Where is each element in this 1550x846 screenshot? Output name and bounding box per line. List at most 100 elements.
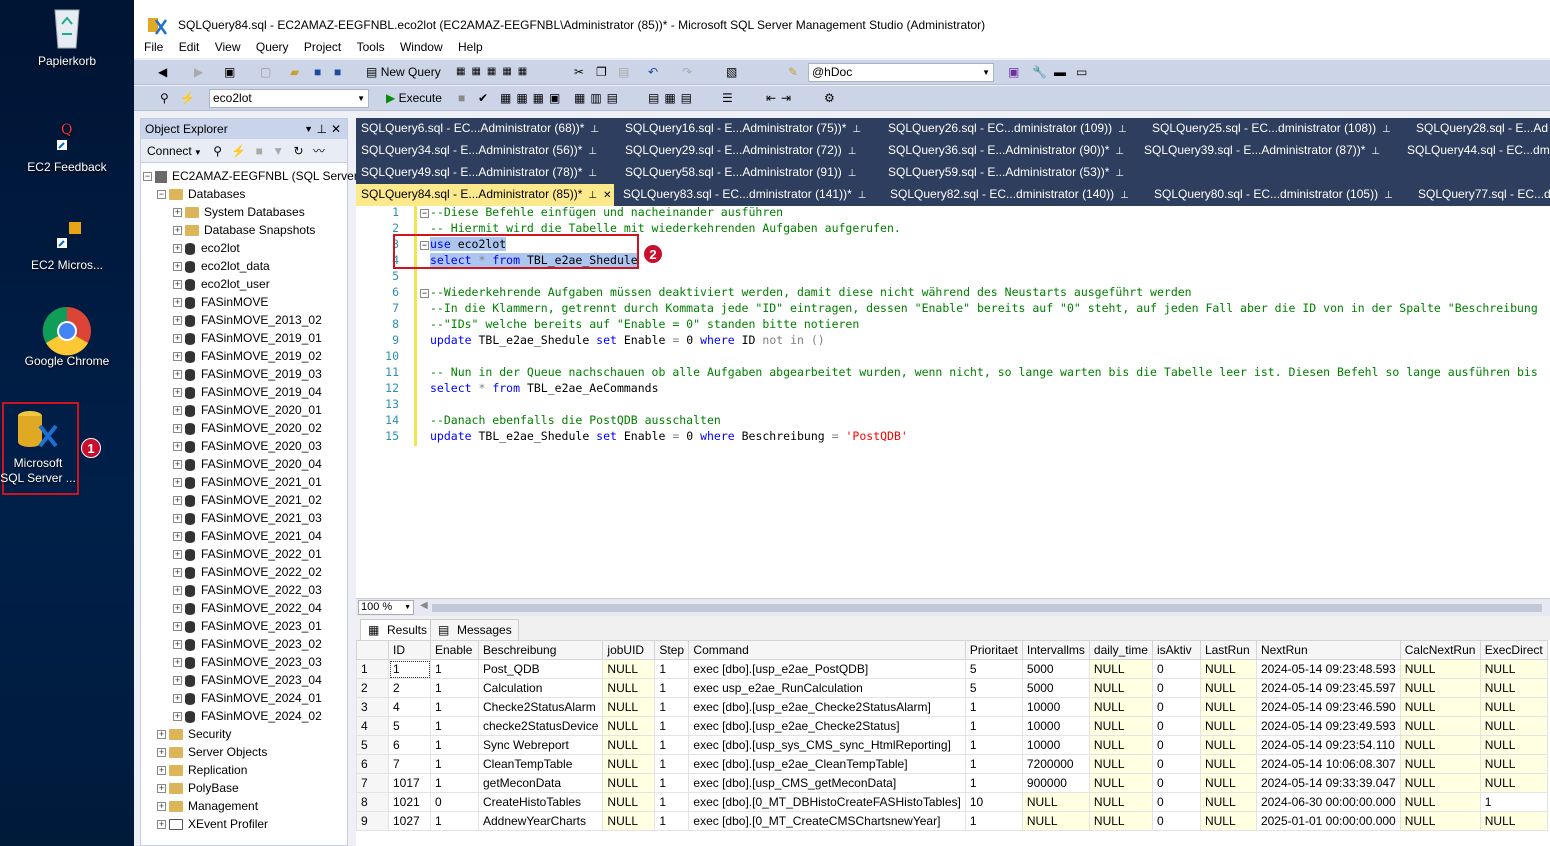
server-folder-node[interactable]: + Management <box>141 797 347 815</box>
connect-icon[interactable]: ⚲ <box>213 144 222 158</box>
toolbox-icon[interactable]: ▬ <box>1054 63 1066 81</box>
table-cell[interactable]: NULL <box>602 659 656 679</box>
table-cell[interactable]: 2025-01-01 00:00:00.000 <box>1255 811 1401 831</box>
menu-help[interactable]: Help <box>458 40 483 54</box>
expand-icon[interactable]: + <box>173 424 182 434</box>
table-cell[interactable]: NULL <box>1088 811 1153 831</box>
table-cell[interactable]: NULL <box>1199 716 1257 736</box>
table-cell[interactable]: 1 <box>654 716 690 736</box>
table-cell[interactable]: NULL <box>1088 659 1153 679</box>
pin-icon[interactable]: ⊥ <box>1115 146 1124 157</box>
ec2-microsoft-shortcut[interactable]: EC2 Micros... <box>2 220 132 273</box>
activity-monitor-icon[interactable]: ▧ <box>726 63 737 81</box>
table-row[interactable]: 3 4 1 Checke2StatusAlarm NULL 1 exec [dbo].[us… <box>356 697 1548 717</box>
collapse-icon[interactable]: − <box>157 190 166 200</box>
new-query-button[interactable]: ▤ New Query <box>366 63 441 81</box>
table-cell[interactable]: 0 <box>1151 659 1201 679</box>
properties-icon[interactable]: 🔧 <box>1032 63 1047 81</box>
solution-explorer-icon[interactable]: ▣ <box>1008 63 1019 81</box>
table-cell[interactable]: 2024-05-14 09:23:46.590 <box>1255 697 1401 717</box>
document-tab[interactable]: SQLQuery83.sql - EC...dministrator (141)… <box>618 184 866 206</box>
column-header[interactable]: Step <box>654 640 690 660</box>
table-cell[interactable]: 10 <box>964 792 1023 812</box>
table-cell[interactable]: exec [dbo].[usp_e2ae_CleanTempTable] <box>688 754 966 774</box>
table-cell[interactable]: 1 <box>654 659 690 679</box>
database-node[interactable]: + FASinMOVE <box>141 293 347 311</box>
document-tab[interactable]: SQLQuery84.sql - E...Administrator (85))… <box>356 184 614 206</box>
pin-icon[interactable]: ⊥ <box>590 124 599 135</box>
execute-button[interactable]: ▶ Execute <box>386 89 442 107</box>
table-cell[interactable]: NULL <box>1199 754 1257 774</box>
table-cell[interactable]: 0 <box>1151 697 1201 717</box>
column-header[interactable]: Beschreibung <box>477 640 604 660</box>
table-cell[interactable]: 1017 <box>388 773 431 793</box>
database-node[interactable]: + FASinMOVE_2021_03 <box>141 509 347 527</box>
database-node[interactable]: + FASinMOVE_2019_01 <box>141 329 347 347</box>
table-cell[interactable]: NULL <box>602 678 656 698</box>
expand-icon[interactable]: + <box>173 658 182 668</box>
table-cell[interactable]: 0 <box>430 792 479 812</box>
databases-node[interactable]: − Databases <box>141 185 347 203</box>
column-header[interactable]: Intervallms <box>1021 640 1090 660</box>
table-cell[interactable]: 10000 <box>1021 697 1090 717</box>
results-mode-icons[interactable]: ▤▦▤ <box>648 89 697 107</box>
table-cell[interactable]: 2024-05-14 09:33:39.047 <box>1255 773 1401 793</box>
menu-window[interactable]: Window <box>400 40 443 54</box>
database-node[interactable]: + FASinMOVE_2023_02 <box>141 635 347 653</box>
column-header[interactable]: Enable <box>430 640 479 660</box>
paste-icon[interactable]: ▤ <box>618 63 629 81</box>
pin-icon[interactable]: ⊥ <box>852 124 861 135</box>
table-cell[interactable]: 1 <box>964 697 1023 717</box>
expand-icon[interactable]: + <box>173 298 182 308</box>
stop-icon[interactable]: ■ <box>256 144 263 158</box>
table-cell[interactable]: NULL <box>1399 716 1481 736</box>
table-cell[interactable]: NULL <box>602 716 656 736</box>
table-cell[interactable]: 0 <box>1151 735 1201 755</box>
table-cell[interactable]: checke2StatusDevice <box>477 716 604 736</box>
database-node[interactable]: + FASinMOVE_2021_02 <box>141 491 347 509</box>
table-cell[interactable]: CleanTempTable <box>477 754 604 774</box>
horizontal-scrollbar[interactable] <box>432 604 1542 612</box>
query-options-icons[interactable]: ▦▥▤ <box>574 89 623 107</box>
table-cell[interactable]: NULL <box>1399 697 1481 717</box>
table-cell[interactable]: 5000 <box>1021 678 1090 698</box>
document-tab[interactable]: SQLQuery36.sql - E...Administrator (90))… <box>883 140 1124 162</box>
table-cell[interactable]: NULL <box>1088 697 1153 717</box>
table-cell[interactable]: AddnewYearCharts <box>477 811 604 831</box>
expand-icon[interactable]: + <box>173 640 182 650</box>
table-cell[interactable]: NULL <box>1199 697 1257 717</box>
table-cell[interactable]: NULL <box>1399 659 1481 679</box>
expand-icon[interactable]: + <box>173 694 182 704</box>
database-node[interactable]: + FASinMOVE_2019_04 <box>141 383 347 401</box>
results-tab[interactable]: ▦ Results <box>360 619 435 640</box>
column-header[interactable]: isAktiv <box>1151 640 1201 660</box>
change-connection-icon[interactable]: ⚡ <box>180 89 195 107</box>
expand-icon[interactable]: + <box>173 262 182 272</box>
table-cell[interactable]: Post_QDB <box>477 659 604 679</box>
table-cell[interactable]: NULL <box>602 697 656 717</box>
table-cell[interactable]: 1 <box>964 811 1023 831</box>
output-icon[interactable]: ▭ <box>1076 63 1087 81</box>
server-folder-node[interactable]: + PolyBase <box>141 779 347 797</box>
document-tab[interactable]: SQLQuery59.sql - E...Administrator (53))… <box>883 162 1124 184</box>
pin-icon[interactable]: ⊥ <box>1120 190 1129 201</box>
copy-icon[interactable]: ❐ <box>596 63 607 81</box>
table-cell[interactable]: NULL <box>1479 678 1548 698</box>
table-cell[interactable]: Calculation <box>477 678 604 698</box>
table-cell[interactable]: NULL <box>1021 792 1090 812</box>
table-cell[interactable]: 2024-05-14 10:06:08.307 <box>1255 754 1401 774</box>
table-cell[interactable]: NULL <box>1479 697 1548 717</box>
table-cell[interactable]: NULL <box>1399 773 1481 793</box>
table-cell[interactable]: NULL <box>1479 659 1548 679</box>
expand-icon[interactable]: + <box>173 586 182 596</box>
document-tab[interactable]: SQLQuery16.sql - E...Administrator (75))… <box>620 118 861 140</box>
corner-cell[interactable] <box>356 640 389 660</box>
cut-icon[interactable]: ✂ <box>574 63 584 81</box>
table-cell[interactable]: NULL <box>1199 735 1257 755</box>
table-cell[interactable]: NULL <box>1088 792 1153 812</box>
column-header[interactable]: CalcNextRun <box>1399 640 1481 660</box>
table-cell[interactable]: 2024-05-14 09:23:48.593 <box>1255 659 1401 679</box>
pin-icon[interactable]: ⊥ <box>858 190 867 201</box>
expand-icon[interactable]: + <box>173 568 182 578</box>
database-node[interactable]: + FASinMOVE_2022_01 <box>141 545 347 563</box>
